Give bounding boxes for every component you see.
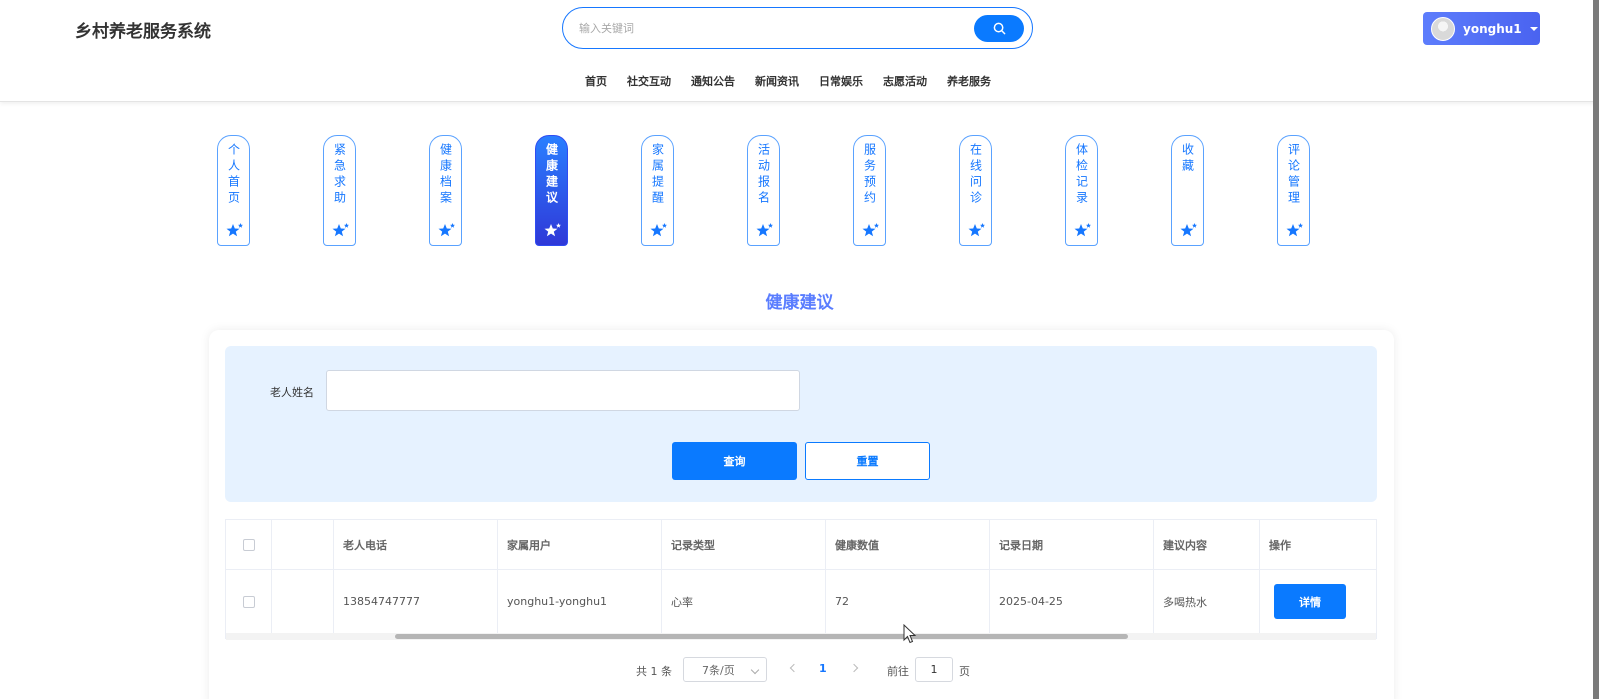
tab-label: 紧急求助 xyxy=(332,143,347,207)
vertical-scrollbar[interactable] xyxy=(1593,0,1599,699)
nav-item-news[interactable]: 新闻资讯 xyxy=(755,73,799,89)
search-input[interactable] xyxy=(579,17,959,39)
detail-button[interactable]: 详情 xyxy=(1274,584,1346,619)
query-button[interactable]: 查询 xyxy=(672,442,797,480)
star-icon xyxy=(544,223,561,237)
chevron-down-icon xyxy=(750,665,760,675)
chevron-down-icon xyxy=(1529,26,1538,31)
user-menu-button[interactable]: yonghu1 xyxy=(1423,12,1540,45)
search-icon xyxy=(993,22,1005,35)
tab-online-consult[interactable]: 在线问诊 xyxy=(959,135,992,246)
tab-activity-signup[interactable]: 活动报名 xyxy=(747,135,780,246)
main-nav: 首页 社交互动 通知公告 新闻资讯 日常娱乐 志愿活动 养老服务 xyxy=(585,73,1011,89)
star-icon xyxy=(1074,223,1091,237)
search-button[interactable] xyxy=(974,15,1024,42)
cell-record-type: 心率 xyxy=(662,570,826,633)
tab-personal-home[interactable]: 个人首页 xyxy=(217,135,250,246)
cell-blank xyxy=(272,570,334,633)
cell-phone: 13854747777 xyxy=(334,570,498,633)
header-checkbox-cell xyxy=(226,520,272,569)
nav-item-elderly-service[interactable]: 养老服务 xyxy=(947,73,991,89)
horizontal-scrollbar[interactable] xyxy=(226,633,1376,640)
tab-label: 体检记录 xyxy=(1074,143,1089,207)
data-table: 老人电话 家属用户 记录类型 健康数值 记录日期 建议内容 操作 1385474… xyxy=(225,519,1377,640)
tab-label: 收藏 xyxy=(1180,143,1195,175)
filter-panel: 老人姓名 查询 重置 xyxy=(225,346,1377,502)
pagination: 共 1 条 7条/页 1 前往 1 页 xyxy=(209,657,1394,683)
nav-item-notice[interactable]: 通知公告 xyxy=(691,73,735,89)
nav-item-home[interactable]: 首页 xyxy=(585,73,607,89)
content-card: 老人姓名 查询 重置 老人电话 家属用户 记录类型 健康数值 记录日期 建议内容… xyxy=(209,330,1394,699)
reset-button[interactable]: 重置 xyxy=(805,442,930,480)
table-header: 老人电话 家属用户 记录类型 健康数值 记录日期 建议内容 操作 xyxy=(226,520,1376,570)
goto-label: 前往 xyxy=(887,665,909,678)
header-cell-advice: 建议内容 xyxy=(1154,520,1260,569)
tab-favorites[interactable]: 收藏 xyxy=(1171,135,1204,246)
user-name: yonghu1 xyxy=(1463,21,1522,36)
nav-item-social[interactable]: 社交互动 xyxy=(627,73,671,89)
table-row: 13854747777 yonghu1-yonghu1 心率 72 2025-0… xyxy=(226,570,1376,633)
row-checkbox-cell xyxy=(226,570,272,633)
avatar xyxy=(1431,16,1455,41)
tab-health-record[interactable]: 健康档案 xyxy=(429,135,462,246)
site-title: 乡村养老服务系统 xyxy=(75,22,211,42)
goto-page-input[interactable]: 1 xyxy=(915,657,953,682)
header-cell-blank xyxy=(272,520,334,569)
page: 乡村养老服务系统 yonghu1 首页 社交互动 通知公告 新闻资讯 日常娱乐 … xyxy=(0,0,1599,699)
tab-label: 家属提醒 xyxy=(650,143,665,207)
tab-label: 健康建议 xyxy=(544,143,559,207)
tab-label: 健康档案 xyxy=(438,143,453,207)
page-size-value: 7条/页 xyxy=(702,663,735,677)
header-cell-action: 操作 xyxy=(1269,538,1291,552)
star-icon xyxy=(438,223,455,237)
filter-label-elder-name: 老人姓名 xyxy=(270,386,314,399)
star-icon xyxy=(862,223,879,237)
nav-item-volunteer[interactable]: 志愿活动 xyxy=(883,73,927,89)
header: 乡村养老服务系统 yonghu1 首页 社交互动 通知公告 新闻资讯 日常娱乐 … xyxy=(0,0,1599,102)
header-cell-phone: 老人电话 xyxy=(334,520,498,569)
header-cell-record-date: 记录日期 xyxy=(990,520,1154,569)
star-icon xyxy=(968,223,985,237)
tab-service-booking[interactable]: 服务预约 xyxy=(853,135,886,246)
tab-health-advice[interactable]: 健康建议 xyxy=(535,135,568,246)
cell-record-date: 2025-04-25 xyxy=(990,570,1154,633)
section-title: 健康建议 xyxy=(765,293,834,313)
star-icon xyxy=(1180,223,1197,237)
tab-label: 服务预约 xyxy=(862,143,877,207)
cell-family-user: yonghu1-yonghu1 xyxy=(498,570,662,633)
header-cell-family-user: 家属用户 xyxy=(498,520,662,569)
elder-name-input[interactable] xyxy=(326,370,800,411)
cell-action: 详情 xyxy=(1260,570,1376,633)
tab-family-reminder[interactable]: 家属提醒 xyxy=(641,135,674,246)
cell-advice: 多喝热水 xyxy=(1154,570,1260,633)
chevron-left-icon[interactable] xyxy=(789,663,799,673)
header-cell-health-value: 健康数值 xyxy=(826,520,990,569)
pagination-total: 共 1 条 xyxy=(636,665,672,678)
tab-label: 活动报名 xyxy=(756,143,771,207)
header-cell-record-type: 记录类型 xyxy=(662,520,826,569)
select-all-checkbox[interactable] xyxy=(242,538,255,551)
mouse-cursor-icon xyxy=(903,624,917,644)
star-icon xyxy=(1286,223,1303,237)
star-icon xyxy=(650,223,667,237)
nav-item-entertainment[interactable]: 日常娱乐 xyxy=(819,73,863,89)
horizontal-scrollbar-thumb[interactable] xyxy=(395,634,1128,639)
star-icon xyxy=(756,223,773,237)
tab-emergency-help[interactable]: 紧急求助 xyxy=(323,135,356,246)
current-page[interactable]: 1 xyxy=(819,662,827,675)
page-size-select[interactable]: 7条/页 xyxy=(683,657,767,682)
tab-checkup-record[interactable]: 体检记录 xyxy=(1065,135,1098,246)
page-suffix-label: 页 xyxy=(959,665,970,678)
tab-label: 在线问诊 xyxy=(968,143,983,207)
tab-label: 个人首页 xyxy=(226,143,241,207)
tab-label: 评论管理 xyxy=(1286,143,1301,207)
star-icon xyxy=(226,223,243,237)
tab-comment-manage[interactable]: 评论管理 xyxy=(1277,135,1310,246)
row-checkbox[interactable] xyxy=(242,595,255,608)
star-icon xyxy=(332,223,349,237)
center-tabs: 个人首页 紧急求助 健康档案 健康建议 家属提醒 活动报名 服务预约 在线问诊 xyxy=(217,135,1317,247)
search-box xyxy=(562,7,1033,49)
chevron-right-icon[interactable] xyxy=(849,663,859,673)
vertical-scrollbar-thumb[interactable] xyxy=(1593,0,1599,699)
